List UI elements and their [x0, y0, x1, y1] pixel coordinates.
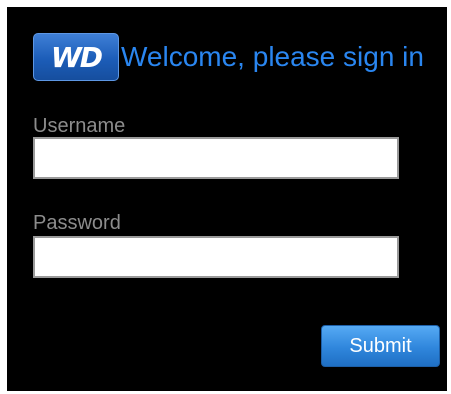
username-label: Username — [33, 115, 126, 137]
password-field[interactable] — [33, 236, 399, 278]
wd-logo-icon: WD — [33, 33, 119, 81]
username-field[interactable] — [33, 137, 399, 179]
wd-logo-text: WD — [51, 41, 103, 74]
welcome-heading: Welcome, please sign in — [121, 41, 424, 72]
wd-logo-glyph-icon: WD — [51, 41, 105, 74]
login-panel: WD Welcome, please sign in Username Pass… — [7, 7, 447, 391]
password-label: Password — [33, 212, 121, 234]
submit-button[interactable]: Submit — [321, 325, 440, 367]
